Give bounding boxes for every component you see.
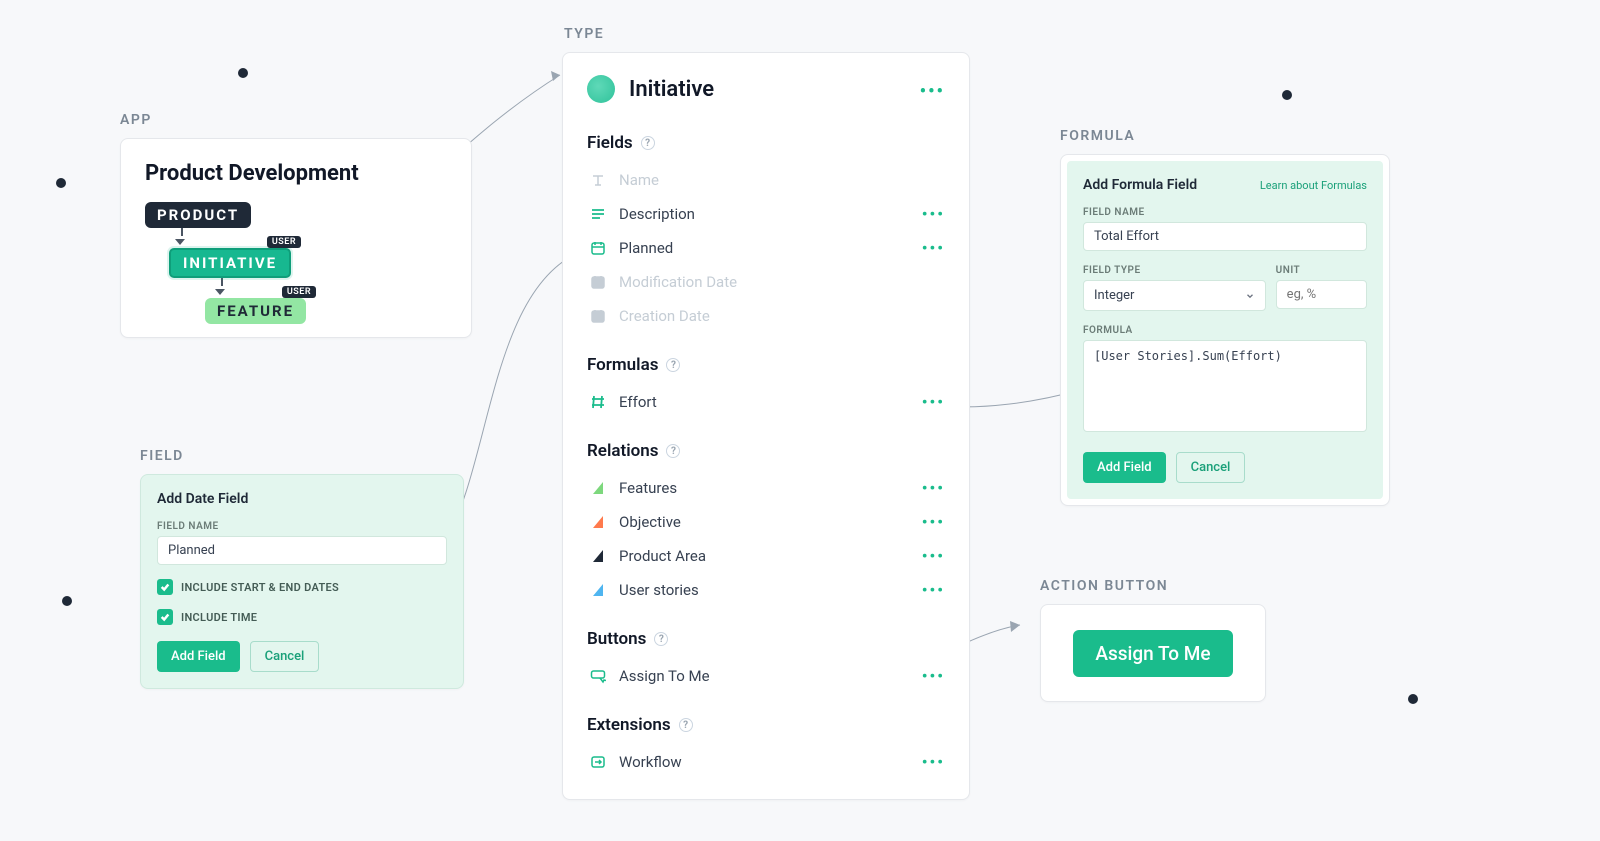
- action-section-label: ACTION BUTTON: [1040, 578, 1168, 594]
- field-type-select[interactable]: Integer: [1083, 280, 1266, 311]
- decorative-dot: [62, 596, 72, 606]
- row-more-icon[interactable]: •••: [922, 205, 945, 224]
- add-field-button[interactable]: Add Field: [1083, 452, 1166, 483]
- help-icon[interactable]: ?: [654, 632, 668, 646]
- formulas-group-title: Formulas ?: [587, 355, 945, 375]
- calendar-icon: [587, 274, 609, 290]
- help-icon[interactable]: ?: [641, 136, 655, 150]
- field-row-description[interactable]: Description •••: [587, 197, 945, 231]
- cancel-button[interactable]: Cancel: [250, 641, 320, 672]
- node-initiative[interactable]: INITIATIVE: [169, 248, 291, 278]
- decorative-dot: [1408, 694, 1418, 704]
- relation-row-user-stories[interactable]: User stories •••: [587, 573, 945, 607]
- triangle-icon: [587, 584, 609, 596]
- user-tag: USER: [267, 236, 301, 248]
- fields-group-title: Fields ?: [587, 133, 945, 153]
- type-section-label: TYPE: [564, 26, 604, 42]
- description-icon: [587, 206, 609, 222]
- decorative-dot: [56, 178, 66, 188]
- triangle-icon: [587, 516, 609, 528]
- include-start-end-label: INCLUDE START & END DATES: [181, 581, 339, 594]
- type-card: Initiative ••• Fields ? Name Description…: [562, 52, 970, 800]
- node-product[interactable]: PRODUCT: [145, 202, 251, 228]
- row-more-icon[interactable]: •••: [922, 513, 945, 532]
- cancel-button[interactable]: Cancel: [1176, 452, 1246, 483]
- relation-row-objective[interactable]: Objective •••: [587, 505, 945, 539]
- app-title: Product Development: [145, 161, 447, 186]
- extensions-group-title: Extensions ?: [587, 715, 945, 735]
- unit-label: UNIT: [1276, 265, 1367, 276]
- text-icon: [587, 172, 609, 188]
- calendar-icon: [587, 240, 609, 256]
- relation-row-features[interactable]: Features •••: [587, 471, 945, 505]
- include-start-end-checkbox[interactable]: [157, 579, 173, 595]
- row-more-icon[interactable]: •••: [922, 393, 945, 412]
- type-hierarchy: PRODUCT INITIATIVE USER FEATURE USER: [145, 202, 447, 324]
- row-more-icon[interactable]: •••: [922, 581, 945, 600]
- formula-input[interactable]: [1083, 340, 1367, 432]
- help-icon[interactable]: ?: [666, 358, 680, 372]
- field-name-label: FIELD NAME: [1083, 207, 1367, 218]
- chevron-down-icon: [1245, 291, 1255, 301]
- help-icon[interactable]: ?: [679, 718, 693, 732]
- node-feature[interactable]: FEATURE: [205, 298, 306, 324]
- button-icon: [587, 668, 609, 684]
- field-row-modification[interactable]: Modification Date: [587, 265, 945, 299]
- hash-icon: [587, 394, 609, 410]
- triangle-icon: [587, 550, 609, 562]
- app-section-label: APP: [120, 112, 152, 128]
- type-avatar-icon: [587, 75, 615, 103]
- decorative-dot: [238, 68, 248, 78]
- add-field-button[interactable]: Add Field: [157, 641, 240, 672]
- field-section-label: FIELD: [140, 448, 184, 464]
- triangle-icon: [587, 482, 609, 494]
- extension-row-workflow[interactable]: Workflow •••: [587, 745, 945, 779]
- formula-row-effort[interactable]: Effort •••: [587, 385, 945, 419]
- field-row-planned[interactable]: Planned •••: [587, 231, 945, 265]
- row-more-icon[interactable]: •••: [922, 753, 945, 772]
- button-row-assign[interactable]: Assign To Me •••: [587, 659, 945, 693]
- include-time-checkbox[interactable]: [157, 609, 173, 625]
- row-more-icon[interactable]: •••: [922, 239, 945, 258]
- field-row-name[interactable]: Name: [587, 163, 945, 197]
- formula-label: FORMULA: [1083, 325, 1367, 336]
- formula-section-label: FORMULA: [1060, 128, 1135, 144]
- include-time-label: INCLUDE TIME: [181, 611, 257, 624]
- field-name-label: FIELD NAME: [157, 521, 447, 532]
- field-name-input[interactable]: [1083, 222, 1367, 251]
- help-icon[interactable]: ?: [666, 444, 680, 458]
- action-button-card: Assign To Me: [1040, 604, 1266, 702]
- add-date-field-panel: Add Date Field FIELD NAME INCLUDE START …: [140, 474, 464, 689]
- type-title: Initiative: [629, 77, 714, 102]
- panel-title: Add Date Field: [157, 491, 447, 507]
- calendar-icon: [587, 308, 609, 324]
- user-tag: USER: [282, 286, 316, 298]
- relations-group-title: Relations ?: [587, 441, 945, 461]
- workflow-icon: [587, 754, 609, 770]
- row-more-icon[interactable]: •••: [922, 667, 945, 686]
- assign-to-me-button[interactable]: Assign To Me: [1073, 630, 1232, 677]
- learn-about-formulas-link[interactable]: Learn about Formulas: [1260, 179, 1367, 192]
- row-more-icon[interactable]: •••: [922, 547, 945, 566]
- type-more-icon[interactable]: •••: [920, 81, 945, 102]
- decorative-dot: [1282, 90, 1292, 100]
- field-type-label: FIELD TYPE: [1083, 265, 1266, 276]
- field-name-input[interactable]: [157, 536, 447, 565]
- panel-title: Add Formula Field: [1083, 177, 1197, 193]
- buttons-group-title: Buttons ?: [587, 629, 945, 649]
- unit-input[interactable]: [1276, 280, 1367, 309]
- row-more-icon[interactable]: •••: [922, 479, 945, 498]
- add-formula-field-panel: Add Formula Field Learn about Formulas F…: [1060, 154, 1390, 506]
- relation-row-product-area[interactable]: Product Area •••: [587, 539, 945, 573]
- app-card: Product Development PRODUCT INITIATIVE U…: [120, 138, 472, 338]
- field-row-creation[interactable]: Creation Date: [587, 299, 945, 333]
